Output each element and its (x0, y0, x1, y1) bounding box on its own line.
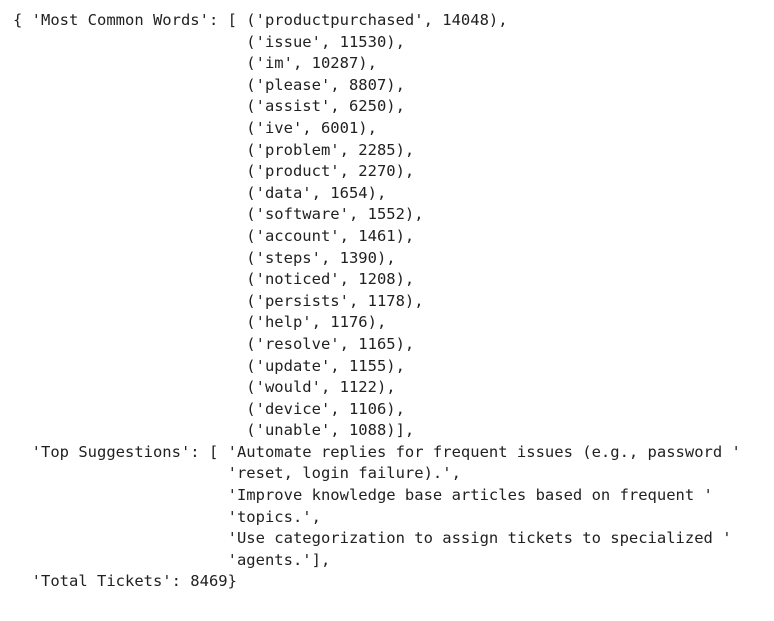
output-line: ('help', 1176), (13, 313, 387, 332)
output-line: ('steps', 1390), (13, 248, 396, 267)
output-line: ('account', 1461), (13, 226, 415, 245)
output-line: ('product', 2270), (13, 162, 415, 181)
output-line: ('im', 10287), (13, 54, 377, 73)
output-line: ('persists', 1178), (13, 291, 424, 310)
output-line: ('data', 1654), (13, 183, 387, 202)
output-line: ('would', 1122), (13, 378, 396, 397)
output-line: ('update', 1155), (13, 356, 405, 375)
output-line: ('noticed', 1208), (13, 270, 415, 289)
output-line: 'Use categorization to assign tickets to… (13, 529, 732, 548)
output-line: 'Improve knowledge base articles based o… (13, 486, 713, 505)
output-line: ('issue', 11530), (13, 32, 405, 51)
output-line: { 'Most Common Words': [ ('productpurcha… (13, 11, 508, 29)
output-line: ('resolve', 1165), (13, 334, 415, 353)
output-line: 'Top Suggestions': [ 'Automate replies f… (13, 442, 741, 461)
cell-output: { 'Most Common Words': [ ('productpurcha… (13, 10, 741, 593)
output-line: 'Total Tickets': 8469} (13, 572, 237, 591)
output-line: ('problem', 2285), (13, 140, 415, 159)
output-line: ('software', 1552), (13, 205, 424, 224)
output-line: ('ive', 6001), (13, 118, 377, 137)
output-line: ('unable', 1088)], (13, 421, 415, 440)
output-line: 'agents.'], (13, 550, 331, 569)
output-line: 'reset, login failure).', (13, 464, 461, 483)
output-line: ('assist', 6250), (13, 97, 405, 116)
output-line: ('please', 8807), (13, 75, 405, 94)
output-line: 'topics.', (13, 507, 321, 526)
output-line: ('device', 1106), (13, 399, 405, 418)
